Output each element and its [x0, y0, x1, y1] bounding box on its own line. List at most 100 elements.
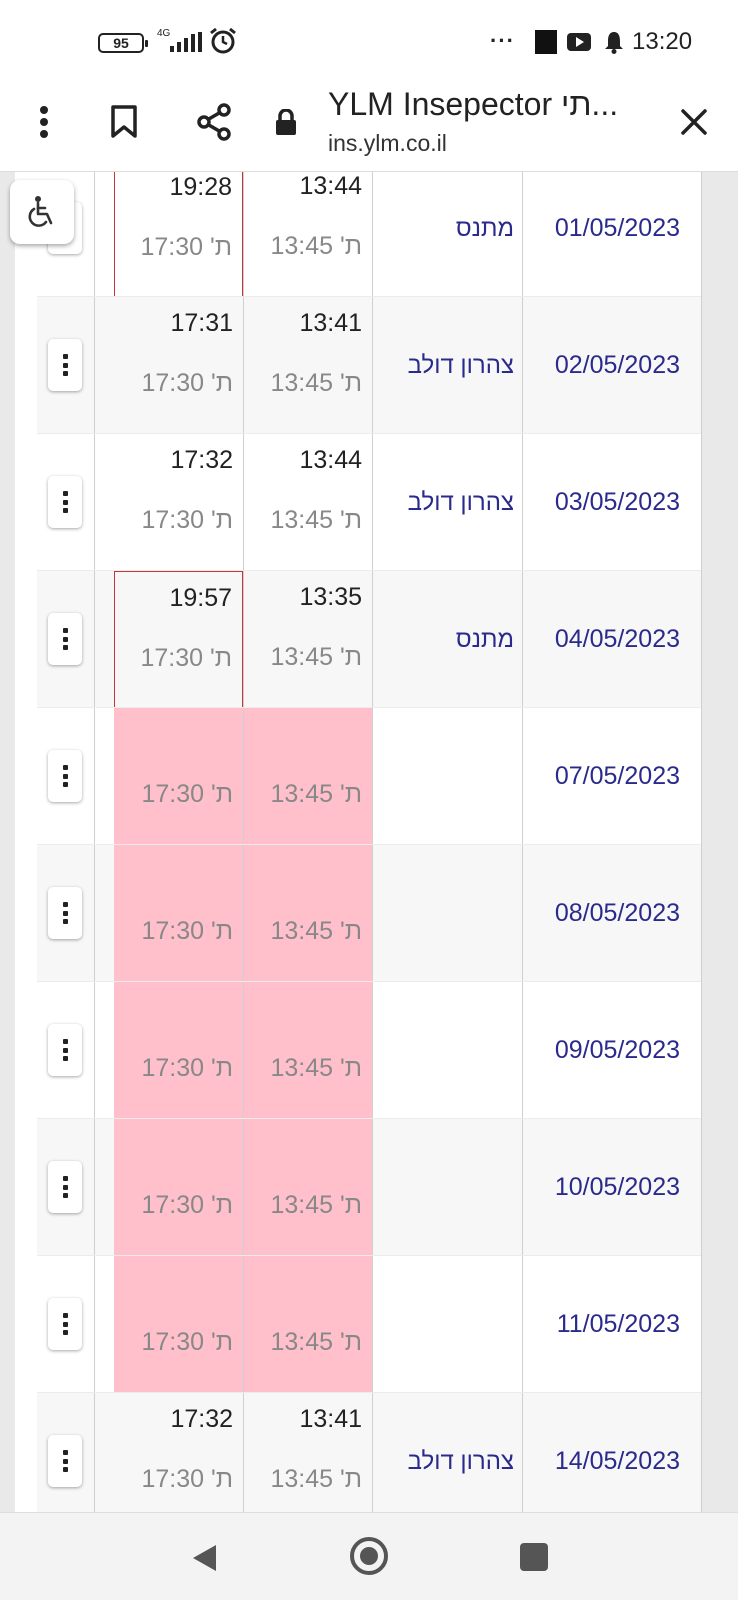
kebab-menu-icon	[62, 491, 68, 513]
column-divider	[522, 1119, 523, 1256]
column-divider	[372, 1119, 373, 1256]
kebab-menu-icon	[62, 1176, 68, 1198]
column-divider	[372, 297, 373, 434]
location-link[interactable]: צהרון דולב	[372, 434, 514, 571]
entry-time-cell[interactable]: 13:35 ת' 13:45	[243, 571, 372, 708]
column-divider	[522, 982, 523, 1119]
exit-time-cell[interactable]: 17:31 ת' 17:30	[114, 297, 243, 434]
column-divider	[94, 982, 95, 1119]
column-divider	[522, 1256, 523, 1393]
entry-planned-time: ת' 13:45	[270, 1054, 362, 1082]
status-bar: 95 4G ··· 13:20	[0, 0, 738, 80]
row-menu-button[interactable]	[48, 339, 82, 391]
table-row: 17:32 ת' 17:30 13:44 ת' 13:45 צהרון דולב…	[0, 434, 738, 571]
column-divider	[243, 434, 244, 571]
location-link[interactable]: מתנס	[372, 172, 514, 297]
close-icon[interactable]	[670, 98, 718, 146]
row-menu-button[interactable]	[48, 1435, 82, 1487]
signal-icon	[170, 32, 202, 52]
lock-icon[interactable]	[262, 98, 310, 146]
location-link[interactable]: צהרון דולב	[372, 1393, 514, 1512]
entry-time-cell[interactable]: ת' 13:45	[243, 982, 372, 1119]
date-link[interactable]: 07/05/2023	[523, 708, 680, 845]
exit-time-cell[interactable]: 19:57 ת' 17:30	[114, 571, 243, 708]
entry-planned-time: ת' 13:45	[270, 780, 362, 808]
entry-time-cell[interactable]: ת' 13:45	[243, 845, 372, 982]
date-link[interactable]: 01/05/2023	[523, 172, 680, 297]
date-link[interactable]: 08/05/2023	[523, 845, 680, 982]
wheelchair-icon[interactable]	[10, 180, 74, 244]
exit-time-cell[interactable]: 17:32 ת' 17:30	[114, 1393, 243, 1512]
column-divider	[701, 1119, 702, 1256]
location-link[interactable]: מתנס	[372, 571, 514, 708]
attendance-table: 19:28 ת' 17:30 13:44 ת' 13:45 מתנס 01/05…	[0, 172, 738, 1512]
share-icon[interactable]	[190, 98, 238, 146]
exit-planned-time: ת' 17:30	[141, 1465, 233, 1493]
location-link[interactable]	[372, 1119, 514, 1256]
location-link[interactable]: צהרון דולב	[372, 297, 514, 434]
bookmark-icon[interactable]	[100, 98, 148, 146]
exit-actual-time: 19:28	[169, 173, 232, 201]
column-divider	[701, 297, 702, 434]
row-menu-button[interactable]	[48, 1298, 82, 1350]
page-url[interactable]: ins.ylm.co.il	[328, 130, 447, 157]
location-link[interactable]	[372, 1256, 514, 1393]
bell-icon	[605, 32, 623, 54]
column-divider	[243, 1393, 244, 1512]
row-menu-button[interactable]	[48, 1161, 82, 1213]
entry-time-cell[interactable]: ת' 13:45	[243, 1256, 372, 1393]
recents-icon[interactable]	[520, 1543, 548, 1571]
entry-time-cell[interactable]: 13:41 ת' 13:45	[243, 297, 372, 434]
date-link[interactable]: 10/05/2023	[523, 1119, 680, 1256]
column-divider	[522, 172, 523, 297]
entry-planned-time: ת' 13:45	[270, 1191, 362, 1219]
column-divider	[701, 1393, 702, 1512]
row-menu-button[interactable]	[48, 613, 82, 665]
column-divider	[243, 845, 244, 982]
location-link[interactable]	[372, 708, 514, 845]
exit-time-cell[interactable]: ת' 17:30	[114, 708, 243, 845]
kebab-menu-icon[interactable]	[20, 98, 68, 146]
exit-time-cell[interactable]: ת' 17:30	[114, 845, 243, 982]
column-divider	[243, 708, 244, 845]
entry-time-cell[interactable]: 13:44 ת' 13:45	[243, 172, 372, 297]
exit-time-cell[interactable]: ת' 17:30	[114, 982, 243, 1119]
row-menu-button[interactable]	[48, 750, 82, 802]
row-menu-button[interactable]	[48, 476, 82, 528]
entry-time-cell[interactable]: ת' 13:45	[243, 1119, 372, 1256]
entry-planned-time: ת' 13:45	[270, 1465, 362, 1493]
column-divider	[522, 297, 523, 434]
entry-actual-time: 13:41	[299, 1405, 362, 1433]
entry-time-cell[interactable]: 13:44 ת' 13:45	[243, 434, 372, 571]
row-menu-button[interactable]	[48, 1024, 82, 1076]
back-icon[interactable]	[190, 1543, 218, 1573]
column-divider	[94, 1119, 95, 1256]
exit-actual-time: 17:32	[170, 1405, 233, 1433]
exit-time-cell[interactable]: 17:32 ת' 17:30	[114, 434, 243, 571]
column-divider	[372, 172, 373, 297]
home-icon[interactable]	[350, 1537, 388, 1575]
kebab-menu-icon	[62, 1450, 68, 1472]
column-divider	[372, 845, 373, 982]
entry-time-cell[interactable]: 13:41 ת' 13:45	[243, 1393, 372, 1512]
date-link[interactable]: 14/05/2023	[523, 1393, 680, 1512]
exit-time-cell[interactable]: ת' 17:30	[114, 1256, 243, 1393]
date-link[interactable]: 11/05/2023	[523, 1256, 680, 1393]
page-title: YLM Insepector תי...	[328, 86, 619, 122]
row-menu-button[interactable]	[48, 887, 82, 939]
location-link[interactable]	[372, 982, 514, 1119]
date-link[interactable]: 03/05/2023	[523, 434, 680, 571]
date-link[interactable]: 09/05/2023	[523, 982, 680, 1119]
date-link[interactable]: 04/05/2023	[523, 571, 680, 708]
system-navigation-bar	[0, 1512, 738, 1600]
location-link[interactable]	[372, 845, 514, 982]
column-divider	[94, 571, 95, 708]
column-divider	[243, 1119, 244, 1256]
date-link[interactable]: 02/05/2023	[523, 297, 680, 434]
entry-planned-time: ת' 13:45	[270, 232, 362, 260]
kebab-menu-icon	[62, 1039, 68, 1061]
exit-time-cell[interactable]: 19:28 ת' 17:30	[114, 172, 243, 297]
exit-time-cell[interactable]: ת' 17:30	[114, 1119, 243, 1256]
column-divider	[243, 297, 244, 434]
entry-time-cell[interactable]: ת' 13:45	[243, 708, 372, 845]
